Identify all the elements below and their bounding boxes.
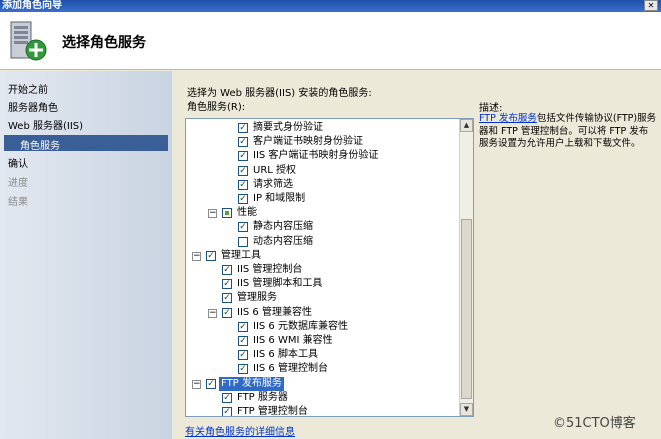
- tree-item[interactable]: ✓ IP 和域限制: [186, 192, 458, 206]
- checkbox[interactable]: ✓: [222, 293, 232, 304]
- nav-item-before-you-begin[interactable]: 开始之前: [8, 81, 48, 96]
- checkbox[interactable]: ✓: [206, 250, 216, 261]
- checkbox[interactable]: [238, 236, 248, 247]
- tree-item-label: 静态内容压缩: [253, 221, 313, 233]
- tree-item-label: IIS 管理脚本和工具: [237, 278, 323, 290]
- checkbox[interactable]: ✓: [238, 151, 248, 162]
- tree-item-label: IIS 6 脚本工具: [253, 349, 318, 361]
- tree-item-label: IIS 6 WMI 兼容性: [253, 335, 333, 346]
- tree-item[interactable]: ✓ IIS 6 元数据库兼容性: [186, 320, 458, 334]
- collapse-icon[interactable]: −: [192, 379, 201, 389]
- wizard-step-nav: 开始之前 服务器角色 Web 服务器(IIS) 角色服务 确认 进度 结果: [0, 71, 172, 439]
- tree-item-label: 动态内容压缩: [253, 235, 313, 247]
- tree-item[interactable]: ✓ IIS 6 WMI 兼容性: [186, 334, 458, 348]
- tree-item[interactable]: ✓ 管理服务: [186, 291, 458, 305]
- tree-item-label: IP 和域限制: [253, 193, 306, 204]
- nav-item-progress: 进度: [8, 178, 28, 189]
- tree-item[interactable]: ✓ FTP 管理控制台: [186, 405, 458, 417]
- tree-item-label: IIS 6 管理控制台: [253, 363, 328, 375]
- scroll-up-icon[interactable]: ▲: [460, 119, 473, 132]
- close-icon[interactable]: ✕: [644, 0, 658, 11]
- window-title-bar: 添加角色向导 ✕: [0, 0, 661, 12]
- scroll-thumb[interactable]: [461, 219, 472, 399]
- tree-item-label: 摘要式身份验证: [253, 122, 323, 133]
- tree-item-label: 管理工具: [221, 249, 261, 261]
- checkbox[interactable]: [222, 208, 232, 219]
- tree-item-label: IIS 管理控制台: [237, 264, 303, 275]
- tree-item-label: 管理服务: [237, 292, 277, 304]
- checkbox[interactable]: ✓: [222, 279, 232, 290]
- tree-item[interactable]: ✓ IIS 客户端证书映射身份验证: [186, 149, 458, 163]
- tree-item[interactable]: ✓ 摘要式身份验证: [186, 121, 458, 135]
- checkbox[interactable]: ✓: [238, 165, 248, 176]
- description-title: 描述:: [479, 103, 503, 114]
- tree-item-label: IIS 客户端证书映射身份验证: [253, 150, 379, 162]
- checkbox[interactable]: ✓: [238, 336, 248, 346]
- tree-item-label: 客户端证书映射身份验证: [253, 136, 363, 148]
- checkbox[interactable]: ✓: [238, 222, 248, 233]
- checkbox[interactable]: ✓: [238, 350, 248, 361]
- watermark: ©51CTO博客: [553, 416, 636, 431]
- checkbox[interactable]: ✓: [238, 123, 248, 133]
- tree-item[interactable]: ✓ 请求筛选: [186, 178, 458, 192]
- tree-item[interactable]: − ✓ FTP 发布服务: [186, 376, 458, 391]
- nav-item-web-server-iis[interactable]: Web 服务器(IIS): [8, 117, 83, 132]
- tree-item[interactable]: ✓ IIS 管理脚本和工具: [186, 277, 458, 291]
- nav-item-results: 结果: [8, 197, 28, 208]
- checkbox[interactable]: ✓: [238, 179, 248, 190]
- more-info-link[interactable]: 有关角色服务的详细信息: [185, 423, 295, 438]
- tree-item[interactable]: ✓ URL 授权: [186, 164, 458, 178]
- collapse-icon[interactable]: −: [208, 308, 217, 318]
- checkbox[interactable]: ✓: [238, 364, 248, 375]
- checkbox[interactable]: ✓: [238, 194, 248, 204]
- nav-item-role-services[interactable]: 角色服务: [20, 137, 60, 152]
- page-title: 选择角色服务: [62, 35, 146, 51]
- server-add-icon: [10, 21, 47, 61]
- tree-item[interactable]: − ✓ 管理工具: [186, 249, 458, 263]
- tree-item-label: FTP 发布服务: [219, 376, 284, 391]
- scroll-down-icon[interactable]: ▼: [460, 403, 473, 416]
- collapse-icon[interactable]: −: [192, 251, 201, 261]
- main-content: 选择为 Web 服务器(IIS) 安装的角色服务: 角色服务(R): ✓ 摘要式身…: [172, 71, 661, 439]
- tree-item[interactable]: ✓ IIS 6 管理控制台: [186, 362, 458, 376]
- checkbox[interactable]: ✓: [222, 407, 232, 416]
- tree-item-label: FTP 服务器: [237, 391, 288, 403]
- checkbox[interactable]: ✓: [206, 378, 216, 389]
- checkbox[interactable]: ✓: [222, 307, 232, 318]
- tree-item-label: IIS 6 元数据库兼容性: [253, 320, 348, 332]
- checkbox[interactable]: ✓: [238, 321, 248, 332]
- tree-item-label: FTP 管理控制台: [237, 406, 308, 417]
- tree-item-label: IIS 6 管理兼容性: [237, 306, 312, 318]
- tree-item[interactable]: ✓ 静态内容压缩: [186, 220, 458, 234]
- nav-item-confirmation[interactable]: 确认: [8, 155, 28, 170]
- tree-item-label: URL 授权: [253, 164, 297, 176]
- nav-item-server-roles[interactable]: 服务器角色: [8, 99, 58, 114]
- tree-item[interactable]: − ✓ IIS 6 管理兼容性: [186, 306, 458, 320]
- tree-item-label: 请求筛选: [253, 178, 293, 190]
- window-title: 添加角色向导: [2, 0, 62, 11]
- tree-item[interactable]: ✓ 客户端证书映射身份验证: [186, 135, 458, 149]
- role-services-tree[interactable]: ✓ 摘要式身份验证 ✓ 客户端证书映射身份验证 ✓ IIS 客户端证书映射身份验证 ✓ URL…: [185, 118, 474, 417]
- intro-text: 选择为 Web 服务器(IIS) 安装的角色服务:: [187, 88, 372, 99]
- description-link[interactable]: FTP 发布服务: [479, 113, 537, 124]
- tree-item[interactable]: − 性能: [186, 206, 458, 220]
- checkbox[interactable]: ✓: [222, 392, 232, 403]
- checkbox[interactable]: ✓: [222, 265, 232, 275]
- tree-item[interactable]: 动态内容压缩: [186, 235, 458, 249]
- description-text: FTP 发布服务包括文件传输协议(FTP)服务器和 FTP 管理控制台。可以将 …: [479, 113, 657, 151]
- tree-item[interactable]: ✓ IIS 6 脚本工具: [186, 348, 458, 362]
- role-services-label: 角色服务(R):: [187, 102, 246, 113]
- wizard-header: 选择角色服务: [0, 12, 661, 70]
- collapse-icon[interactable]: −: [208, 209, 217, 219]
- tree-item[interactable]: ✓ FTP 服务器: [186, 391, 458, 405]
- checkbox[interactable]: ✓: [238, 137, 248, 148]
- tree-item-label: 性能: [237, 207, 257, 219]
- tree-scrollbar[interactable]: ▲ ▼: [459, 119, 473, 416]
- tree-item[interactable]: ✓ IIS 管理控制台: [186, 263, 458, 277]
